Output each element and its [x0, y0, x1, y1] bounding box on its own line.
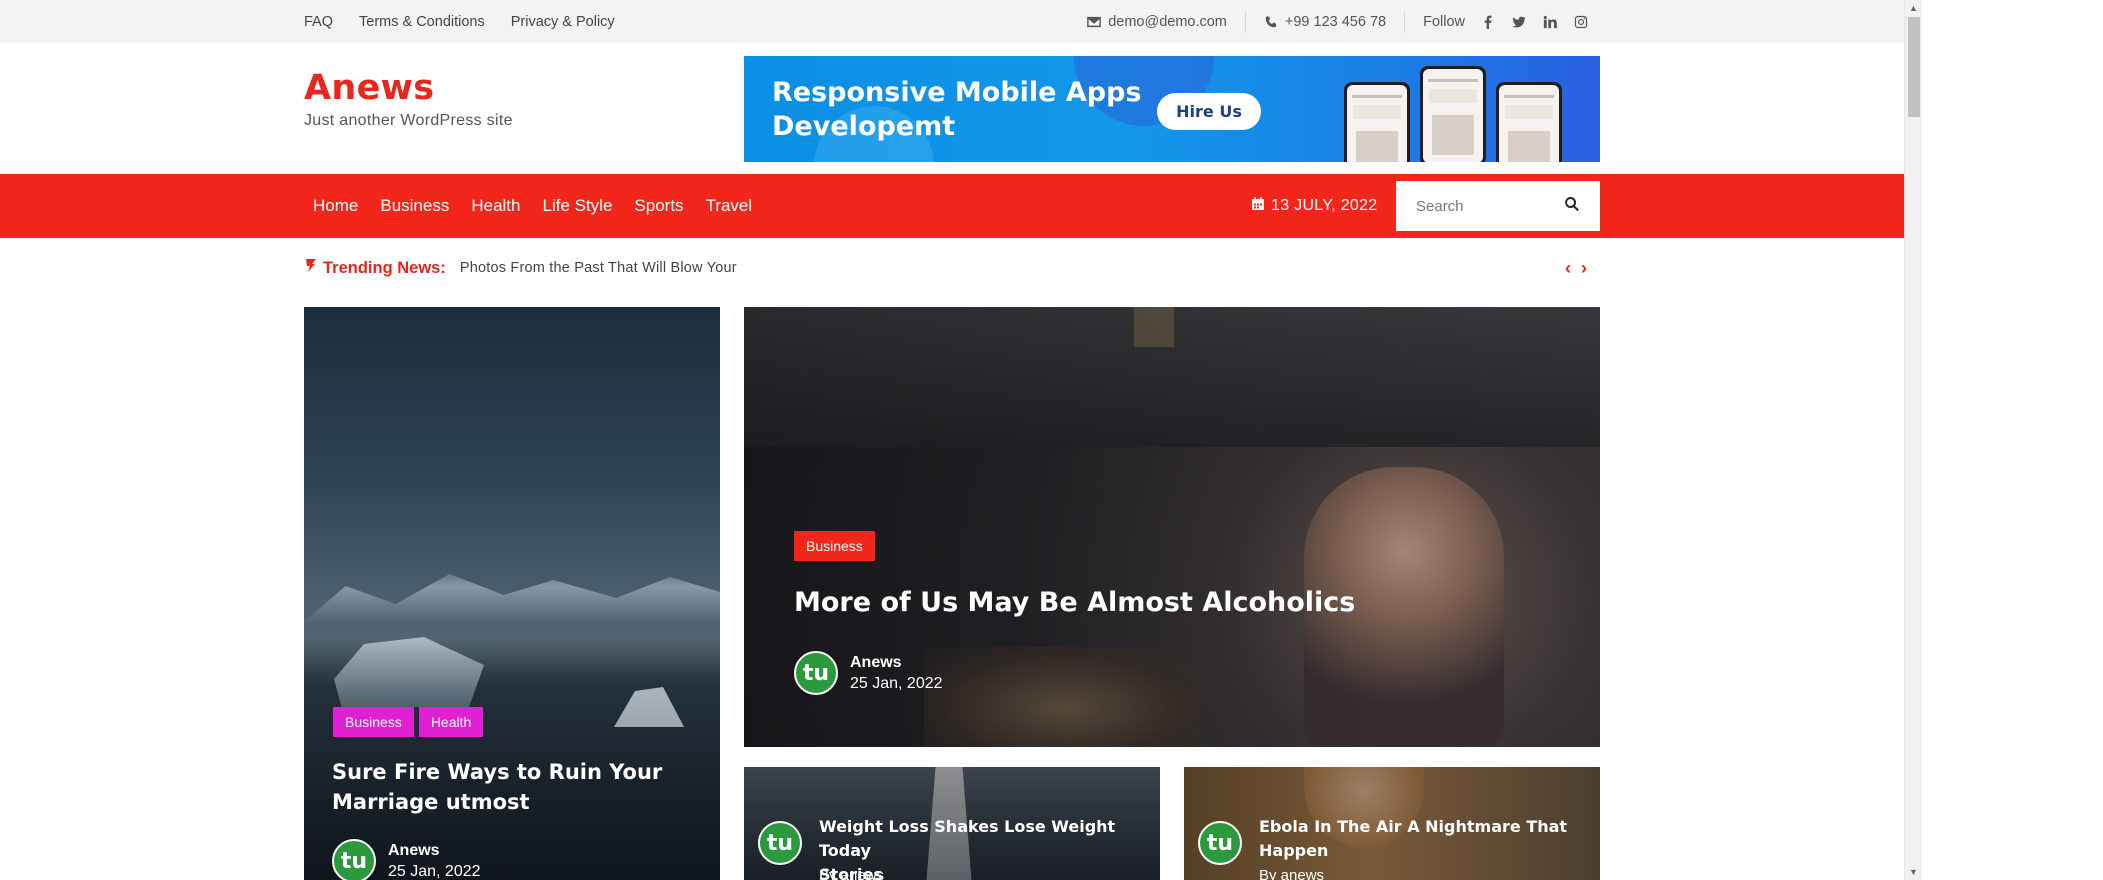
terms-link[interactable]: Terms & Conditions [359, 14, 485, 30]
bolt-icon [304, 258, 318, 278]
author-name[interactable]: Anews [850, 654, 943, 672]
card-tags: Business [794, 531, 875, 561]
email-item[interactable]: demo@demo.com [1069, 14, 1245, 30]
nav-date: 13 JULY, 2022 [1251, 174, 1378, 238]
scroll-down-icon[interactable]: ▼ [1909, 867, 1918, 877]
phone-text: +99 123 456 78 [1284, 13, 1387, 30]
nav-item-health[interactable]: Health [471, 196, 520, 216]
email-text: demo@demo.com [1108, 13, 1227, 30]
news-card[interactable]: tu Weight Loss Shakes Lose Weight Today … [744, 767, 1160, 880]
card-title-line: Weight Loss Shakes Lose Weight Today [819, 817, 1116, 860]
nav-item-life-style[interactable]: Life Style [542, 196, 612, 216]
phone-icon [1264, 15, 1278, 29]
post-date: 25 Jan, 2022 [850, 674, 943, 692]
ad-banner[interactable]: Responsive Mobile Apps Developemt Hire U… [744, 56, 1600, 162]
social-links [1465, 15, 1588, 29]
banner-headline: Responsive Mobile Apps Developemt [772, 76, 1142, 144]
follow-label: Follow [1423, 13, 1465, 30]
news-card[interactable]: tu Ebola In The Air A Nightmare That Hap… [1184, 767, 1600, 880]
card-title-line: Marriage utmost [332, 790, 530, 814]
byline: By anews [1259, 867, 1325, 880]
card-author: tu [1198, 821, 1242, 865]
main-nav: Home Business Health Life Style Sports T… [0, 174, 1904, 238]
faq-link[interactable]: FAQ [304, 14, 333, 30]
card-author: tu Anews 25 Jan, 2022 [794, 651, 943, 695]
featured-card-left[interactable]: Business Health Sure Fire Ways to Ruin Y… [304, 307, 720, 880]
page-scrollbar[interactable]: ▲ ▼ [1904, 0, 1922, 880]
avatar[interactable]: tu [1198, 821, 1242, 865]
top-links: FAQ Terms & Conditions Privacy & Policy [304, 0, 615, 43]
tag-business[interactable]: Business [794, 531, 875, 561]
card-author: tu Anews 25 Jan, 2022 [332, 839, 481, 880]
phone-item[interactable]: +99 123 456 78 [1246, 14, 1404, 30]
linkedin-icon[interactable] [1543, 15, 1557, 29]
banner-line-1: Responsive Mobile Apps [772, 77, 1142, 108]
tag-business[interactable]: Business [333, 707, 414, 737]
top-bar: FAQ Terms & Conditions Privacy & Policy … [0, 0, 1904, 43]
instagram-icon[interactable] [1574, 15, 1588, 29]
avatar[interactable]: tu [758, 821, 802, 865]
card-title[interactable]: More of Us May Be Almost Alcoholics [794, 585, 1355, 621]
trending-headline[interactable]: Photos From the Past That Will Blow Your [460, 260, 737, 276]
site-brand[interactable]: Anews Just another WordPress site [304, 68, 513, 130]
author-name[interactable]: Anews [388, 842, 481, 860]
twitter-icon[interactable] [1512, 15, 1526, 29]
calendar-icon [1251, 196, 1265, 216]
trending-label: Trending News: [304, 258, 446, 278]
nav-item-home[interactable]: Home [313, 196, 358, 216]
scrollbar-thumb[interactable] [1908, 17, 1920, 117]
nav-item-travel[interactable]: Travel [706, 196, 753, 216]
nav-date-text: 13 JULY, 2022 [1271, 197, 1378, 214]
search-box [1396, 181, 1600, 231]
trending-bar: Trending News: Photos From the Past That… [304, 256, 737, 280]
phone-mockup [1420, 66, 1486, 162]
post-date: 25 Jan, 2022 [388, 862, 481, 880]
byline: By anews [819, 867, 885, 880]
trending-controls: ‹ › [1565, 258, 1587, 279]
scroll-up-icon[interactable]: ▲ [1909, 3, 1918, 13]
card-title[interactable]: Sure Fire Ways to Ruin Your Marriage utm… [332, 757, 662, 817]
card-title-line: Sure Fire Ways to Ruin Your [332, 760, 663, 784]
card-author: tu [758, 821, 802, 865]
follow-item: Follow [1405, 14, 1465, 30]
card-title-line: Ebola In The Air A Nightmare That [1259, 817, 1568, 836]
phone-mockup [1496, 82, 1562, 162]
avatar[interactable]: tu [794, 651, 838, 695]
site-tagline: Just another WordPress site [304, 112, 513, 129]
privacy-link[interactable]: Privacy & Policy [511, 14, 615, 30]
card-title-line: Happen [1259, 841, 1329, 860]
hire-us-button[interactable]: Hire Us [1157, 93, 1261, 130]
phone-mockup [1344, 82, 1410, 162]
search-input[interactable] [1416, 197, 1546, 215]
facebook-icon[interactable] [1481, 15, 1495, 29]
avatar[interactable]: tu [332, 839, 376, 880]
chevron-right-icon[interactable]: › [1581, 258, 1587, 279]
chevron-left-icon[interactable]: ‹ [1565, 258, 1571, 279]
search-icon[interactable] [1564, 196, 1580, 217]
site-title[interactable]: Anews [304, 68, 513, 108]
featured-card-main[interactable]: Business More of Us May Be Almost Alcoho… [744, 307, 1600, 747]
nav-item-business[interactable]: Business [380, 196, 449, 216]
card-title[interactable]: Ebola In The Air A Nightmare That Happen [1259, 815, 1567, 863]
envelope-icon [1087, 15, 1102, 29]
banner-line-2: Developemt [772, 111, 956, 142]
nav-item-sports[interactable]: Sports [634, 196, 683, 216]
top-contact: demo@demo.com +99 123 456 78 Follow [1069, 0, 1588, 43]
card-tags: Business Health [333, 707, 484, 737]
page: FAQ Terms & Conditions Privacy & Policy … [0, 0, 2103, 880]
nav-menu: Home Business Health Life Style Sports T… [313, 174, 752, 238]
trending-label-text: Trending News: [323, 258, 446, 277]
tag-health[interactable]: Health [418, 707, 484, 737]
